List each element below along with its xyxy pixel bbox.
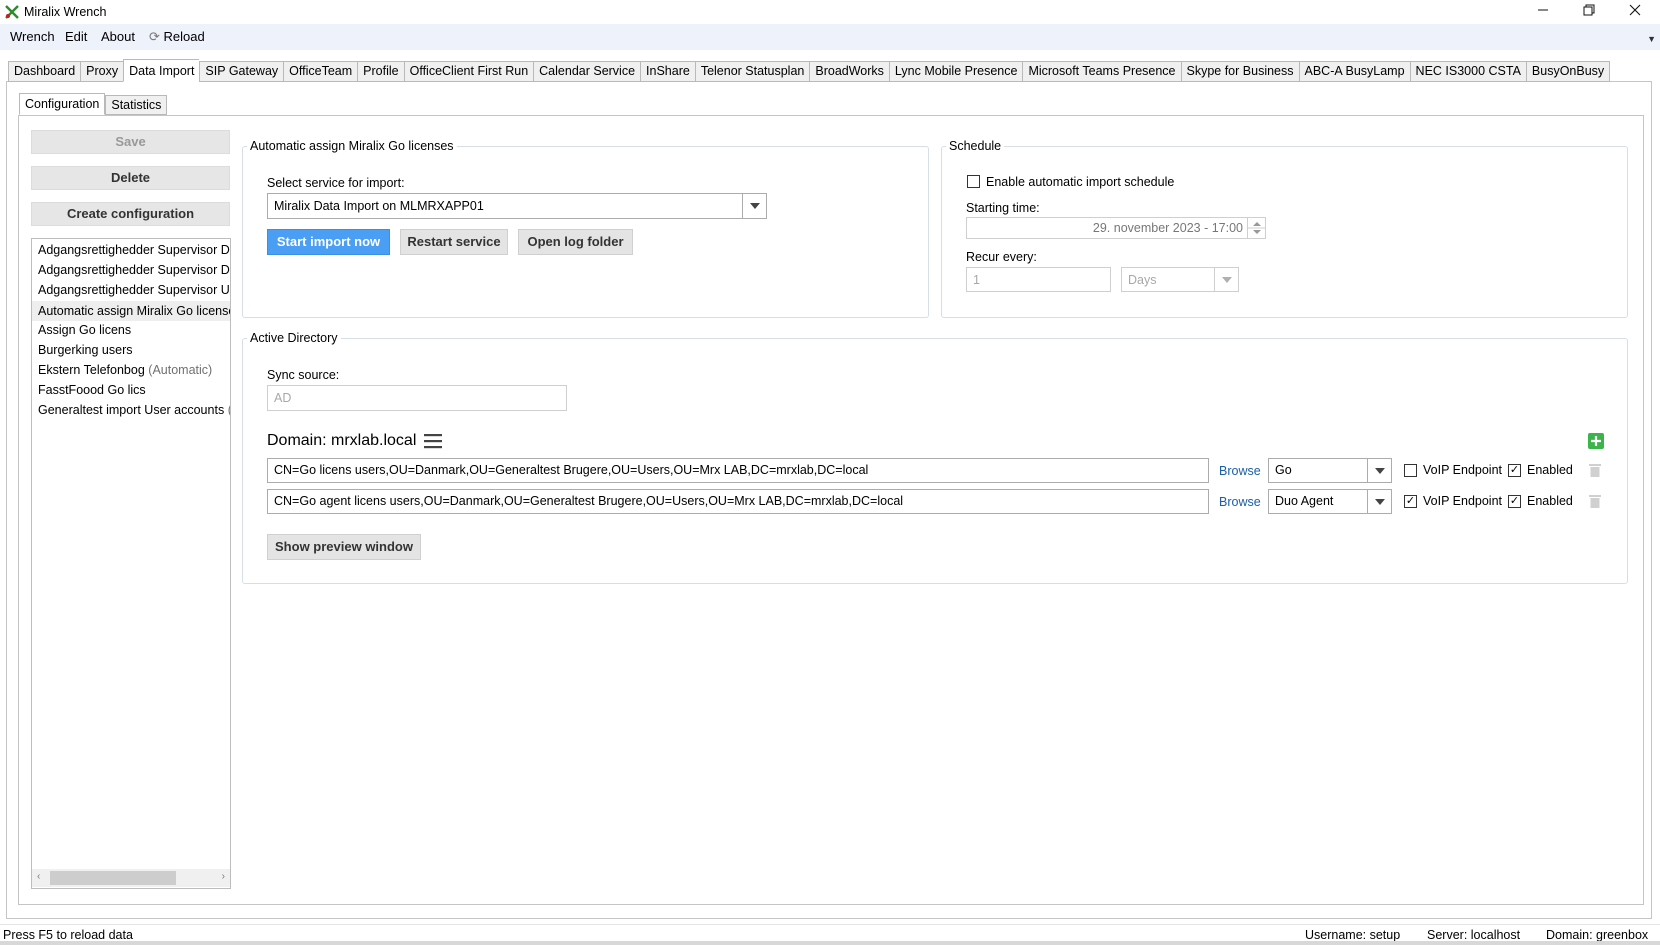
save-button[interactable]: Save	[31, 130, 230, 154]
voip-endpoint-label-1: VoIP Endpoint	[1423, 463, 1503, 477]
sub-tab-strip: Configuration Statistics	[19, 93, 168, 115]
menu-about[interactable]: About	[101, 29, 135, 44]
tab-broadworks[interactable]: BroadWorks	[809, 61, 889, 82]
tab-lync-mobile-presence[interactable]: Lync Mobile Presence	[888, 61, 1023, 82]
tab-data-import[interactable]: Data Import	[123, 59, 200, 82]
license-type-select-2[interactable]: Duo Agent	[1268, 489, 1392, 514]
domain-title: Domain: mrxlab.local	[267, 432, 417, 449]
dn-input-2[interactable]: CN=Go agent licens users,OU=Danmark,OU=G…	[267, 489, 1209, 514]
status-hint: Press F5 to reload data	[3, 928, 133, 942]
recur-value-input[interactable]: 1	[966, 267, 1111, 292]
menu-wrench[interactable]: Wrench	[10, 29, 55, 44]
restart-service-button[interactable]: Restart service	[400, 229, 508, 255]
configuration-list[interactable]: Adgangsrettighedder Supervisor DE Adgang…	[31, 238, 231, 889]
recur-label: Recur every:	[966, 250, 1037, 264]
list-item[interactable]: Adgangsrettighedder Supervisor DE	[38, 243, 230, 257]
dn-input-1[interactable]: CN=Go licens users,OU=Danmark,OU=General…	[267, 458, 1209, 483]
show-preview-button[interactable]: Show preview window	[267, 534, 421, 560]
chevron-down-icon[interactable]	[1214, 268, 1238, 291]
status-server: Server: localhost	[1427, 928, 1521, 942]
tab-officeteam[interactable]: OfficeTeam	[283, 61, 358, 82]
tab-abc-a-busylamp[interactable]: ABC-A BusyLamp	[1298, 61, 1410, 82]
tab-dashboard[interactable]: Dashboard	[8, 61, 81, 82]
reload-label: Reload	[163, 29, 205, 44]
tab-calendar-service[interactable]: Calendar Service	[533, 61, 641, 82]
scroll-left-icon[interactable]: ‹	[37, 871, 40, 882]
tab-statistics[interactable]: Statistics	[105, 95, 168, 115]
browse-link-2[interactable]: Browse	[1219, 495, 1261, 509]
sync-source-input[interactable]: AD	[267, 385, 567, 411]
chevron-down-icon[interactable]	[1367, 459, 1391, 482]
menu-edit[interactable]: Edit	[65, 29, 87, 44]
app-logo-icon	[4, 4, 20, 20]
enable-schedule-checkbox[interactable]	[967, 175, 980, 188]
delete-button[interactable]: Delete	[31, 166, 230, 190]
list-item[interactable]: Assign Go licens	[38, 323, 131, 337]
tab-officeclient-first-run[interactable]: OfficeClient First Run	[403, 61, 534, 82]
chevron-down-icon[interactable]	[1367, 490, 1391, 513]
starting-time-picker[interactable]: 29. november 2023 - 17:00	[966, 217, 1266, 239]
enable-schedule-label: Enable automatic import schedule	[986, 175, 1175, 189]
main-tab-strip: Dashboard Proxy Data Import SIP Gateway …	[8, 59, 1611, 82]
close-button[interactable]	[1612, 0, 1658, 22]
start-import-button[interactable]: Start import now	[267, 229, 390, 255]
starting-time-label: Starting time:	[966, 201, 1040, 215]
list-item[interactable]: FasstFoood Go lics	[38, 383, 146, 397]
tab-sip-gateway[interactable]: SIP Gateway	[199, 61, 284, 82]
tab-busyonbusy[interactable]: BusyOnBusy	[1525, 61, 1611, 82]
browse-link-1[interactable]: Browse	[1219, 464, 1261, 478]
open-log-folder-button[interactable]: Open log folder	[518, 229, 633, 255]
reload-button[interactable]: ⟳ Reload	[149, 29, 205, 45]
add-icon[interactable]	[1588, 433, 1604, 449]
config-group-title: Automatic assign Miralix Go licenses	[247, 139, 457, 153]
menu-bar: Wrench Edit About ⟳ Reload	[0, 24, 1660, 50]
chevron-down-icon[interactable]	[742, 194, 766, 218]
tab-inshare[interactable]: InShare	[640, 61, 695, 82]
license-type-select-1[interactable]: Go	[1268, 458, 1392, 483]
scrollbar-thumb[interactable]	[50, 871, 176, 885]
status-domain: Domain: greenbox	[1546, 928, 1649, 942]
list-item[interactable]: Adgangsrettighedder Supervisor UK	[38, 283, 230, 297]
minimize-button[interactable]	[1520, 0, 1566, 22]
enabled-label-1: Enabled	[1527, 463, 1573, 477]
enabled-checkbox-1[interactable]: ✓	[1508, 464, 1521, 477]
scroll-right-icon[interactable]: ›	[222, 871, 225, 882]
trash-icon[interactable]	[1589, 463, 1601, 477]
voip-endpoint-label-2: VoIP Endpoint	[1423, 494, 1503, 508]
refresh-icon: ⟳	[149, 29, 160, 44]
sync-source-label: Sync source:	[267, 368, 340, 382]
enabled-label-2: Enabled	[1527, 494, 1573, 508]
status-username: Username: setup	[1305, 928, 1401, 942]
taskbar-edge	[0, 941, 1660, 945]
list-item[interactable]: Burgerking users	[38, 343, 133, 357]
list-item[interactable]: Ekstern Telefonbog (Automatic)	[38, 363, 212, 377]
spinner-icon[interactable]	[1247, 218, 1266, 238]
list-item[interactable]: Adgangsrettighedder Supervisor DK	[38, 263, 230, 277]
tab-microsoft-teams-presence[interactable]: Microsoft Teams Presence	[1022, 61, 1181, 82]
list-horizontal-scrollbar[interactable]: ‹ ›	[32, 869, 230, 887]
service-label: Select service for import:	[267, 176, 405, 190]
service-select[interactable]: Miralix Data Import on MLMRXAPP01	[267, 193, 767, 219]
tab-profile[interactable]: Profile	[357, 61, 404, 82]
window-title: Miralix Wrench	[24, 5, 107, 19]
create-configuration-button[interactable]: Create configuration	[31, 202, 230, 226]
overflow-chevron-icon[interactable]: ▼	[1647, 34, 1656, 44]
tab-proxy[interactable]: Proxy	[80, 61, 124, 82]
recur-unit-select[interactable]: Days	[1121, 267, 1239, 292]
restore-button[interactable]	[1566, 0, 1612, 22]
tab-telenor-statusplan[interactable]: Telenor Statusplan	[694, 61, 810, 82]
voip-endpoint-checkbox-2[interactable]: ✓	[1404, 495, 1417, 508]
trash-icon[interactable]	[1589, 494, 1601, 508]
active-directory-title: Active Directory	[247, 331, 341, 345]
enabled-checkbox-2[interactable]: ✓	[1508, 495, 1521, 508]
hamburger-menu-icon[interactable]	[424, 432, 442, 450]
tab-skype-for-business[interactable]: Skype for Business	[1180, 61, 1299, 82]
schedule-title: Schedule	[946, 139, 1005, 153]
title-bar: Miralix Wrench	[0, 0, 1660, 24]
tab-nec-is3000-csta[interactable]: NEC IS3000 CSTA	[1409, 61, 1526, 82]
list-item[interactable]: Generaltest import User accounts (A	[38, 403, 230, 417]
tab-configuration[interactable]: Configuration	[19, 93, 106, 115]
voip-endpoint-checkbox-1[interactable]	[1404, 464, 1417, 477]
list-item-selected[interactable]: Automatic assign Miralix Go licenses	[32, 301, 230, 321]
